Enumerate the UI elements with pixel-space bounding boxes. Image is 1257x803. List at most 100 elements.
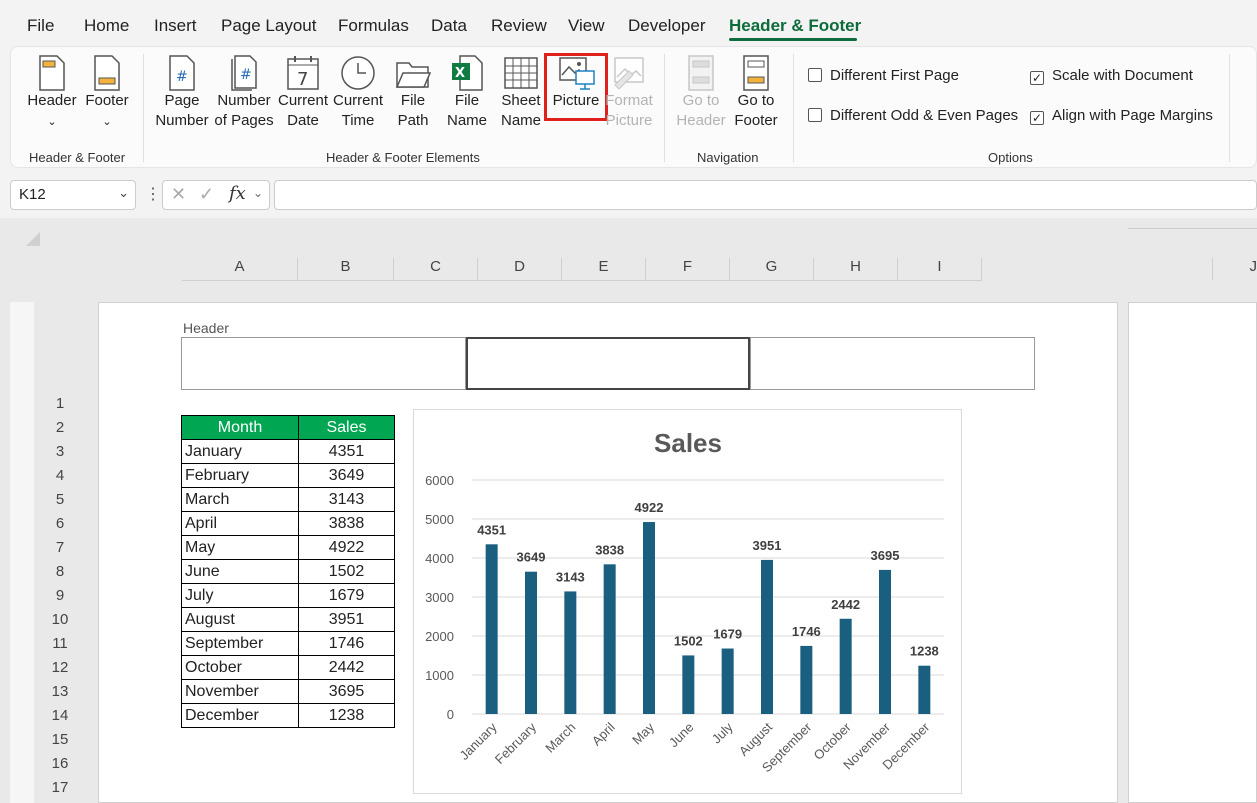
footer-button-label: Footer xyxy=(85,92,129,109)
sales-table: Month Sales January 4351 February 3649 March… xyxy=(181,415,395,728)
go-to-header-button[interactable]: Go to Header xyxy=(674,55,728,131)
insert-function-icon[interactable]: fx xyxy=(229,183,246,204)
tab-data[interactable]: Data xyxy=(431,16,467,36)
column-header-g[interactable]: G xyxy=(730,258,814,280)
sales-cell[interactable]: 4351 xyxy=(298,439,395,464)
row-header[interactable]: 1 xyxy=(44,392,76,416)
tab-formulas[interactable]: Formulas xyxy=(338,16,409,36)
row-header[interactable]: 4 xyxy=(44,464,76,488)
month-cell[interactable]: October xyxy=(181,655,299,680)
y-tick-label: 5000 xyxy=(425,512,454,527)
header-center-section[interactable] xyxy=(466,337,750,390)
chevron-down-icon[interactable]: ⌄ xyxy=(253,186,263,200)
sales-header[interactable]: Sales xyxy=(298,415,395,440)
sales-cell[interactable]: 1679 xyxy=(298,583,395,608)
month-cell[interactable]: December xyxy=(181,703,299,728)
month-cell[interactable]: July xyxy=(181,583,299,608)
month-cell[interactable]: February xyxy=(181,463,299,488)
file-path-button[interactable]: File Path xyxy=(389,55,437,131)
column-header-e[interactable]: E xyxy=(562,258,646,280)
column-header-a[interactable]: A xyxy=(182,258,298,280)
sales-cell[interactable]: 3143 xyxy=(298,487,395,512)
page-number-label-1: Page xyxy=(164,92,200,109)
number-of-pages-button[interactable]: # Number of Pages xyxy=(214,55,274,131)
month-cell[interactable]: May xyxy=(181,535,299,560)
current-date-button[interactable]: 7 Current Date xyxy=(276,55,330,131)
page-number-button[interactable]: # Page Number xyxy=(152,55,212,131)
formula-input[interactable] xyxy=(274,180,1257,210)
sales-chart[interactable]: Sales 0 1000 2000 3000 4000 5000 6000 4351 Januar… xyxy=(413,409,962,794)
align-with-margins-checkbox[interactable]: ✓ Align with Page Margins xyxy=(1030,107,1213,125)
column-header-h[interactable]: H xyxy=(814,258,898,280)
row-header[interactable]: 14 xyxy=(44,704,76,728)
row-header[interactable]: 15 xyxy=(44,728,76,752)
month-cell[interactable]: November xyxy=(181,679,299,704)
row-header[interactable]: 9 xyxy=(44,584,76,608)
go-to-footer-button[interactable]: Go to Footer xyxy=(729,55,783,131)
tab-home[interactable]: Home xyxy=(84,16,129,36)
month-cell[interactable]: August xyxy=(181,607,299,632)
sheet-name-button[interactable]: Sheet Name xyxy=(496,55,546,131)
row-header[interactable]: 17 xyxy=(44,776,76,800)
column-header-c[interactable]: C xyxy=(394,258,478,280)
tab-header-footer[interactable]: Header & Footer xyxy=(729,16,861,36)
row-header[interactable]: 2 xyxy=(44,416,76,440)
sales-cell[interactable]: 2442 xyxy=(298,655,395,680)
cancel-icon[interactable]: ✕ xyxy=(171,184,186,205)
column-header-d[interactable]: D xyxy=(478,258,562,280)
sales-cell[interactable]: 1746 xyxy=(298,631,395,656)
tab-page-layout[interactable]: Page Layout xyxy=(221,16,316,36)
column-header-f[interactable]: F xyxy=(646,258,730,280)
row-header[interactable]: 3 xyxy=(44,440,76,464)
row-header[interactable]: 10 xyxy=(44,608,76,632)
more-options-icon[interactable]: ⋮ xyxy=(145,184,161,204)
footer-button[interactable]: Footer ⌄ xyxy=(80,55,134,132)
header-left-section[interactable] xyxy=(181,337,466,390)
month-cell[interactable]: April xyxy=(181,511,299,536)
select-all-corner[interactable] xyxy=(26,232,40,246)
row-header[interactable]: 11 xyxy=(44,632,76,656)
enter-icon[interactable]: ✓ xyxy=(199,184,214,205)
column-header-b[interactable]: B xyxy=(298,258,394,280)
y-tick-label: 6000 xyxy=(425,473,454,488)
sales-cell[interactable]: 1502 xyxy=(298,559,395,584)
group-separator xyxy=(664,54,665,162)
row-header[interactable]: 16 xyxy=(44,752,76,776)
month-header[interactable]: Month xyxy=(181,415,299,440)
sales-cell[interactable]: 3951 xyxy=(298,607,395,632)
sales-cell[interactable]: 3838 xyxy=(298,511,395,536)
row-header[interactable]: 13 xyxy=(44,680,76,704)
tab-insert[interactable]: Insert xyxy=(154,16,197,36)
scale-with-document-checkbox[interactable]: ✓ Scale with Document xyxy=(1030,67,1193,85)
row-header[interactable]: 12 xyxy=(44,656,76,680)
different-first-page-checkbox[interactable]: Different First Page xyxy=(808,67,959,84)
data-label: 4351 xyxy=(477,522,506,537)
sales-cell[interactable]: 3649 xyxy=(298,463,395,488)
header-button[interactable]: Header ⌄ xyxy=(24,55,80,132)
sales-cell[interactable]: 1238 xyxy=(298,703,395,728)
month-cell[interactable]: June xyxy=(181,559,299,584)
row-header[interactable]: 6 xyxy=(44,512,76,536)
month-cell[interactable]: September xyxy=(181,631,299,656)
tab-file[interactable]: File xyxy=(27,16,54,36)
column-header-j[interactable]: J xyxy=(1212,258,1257,280)
sales-cell[interactable]: 3695 xyxy=(298,679,395,704)
header-right-section[interactable] xyxy=(750,337,1035,390)
month-cell[interactable]: March xyxy=(181,487,299,512)
month-cell[interactable]: January xyxy=(181,439,299,464)
tab-review[interactable]: Review xyxy=(491,16,547,36)
row-header[interactable]: 7 xyxy=(44,536,76,560)
sales-cell[interactable]: 4922 xyxy=(298,535,395,560)
file-name-button[interactable]: X File Name xyxy=(443,55,491,131)
row-header[interactable]: 5 xyxy=(44,488,76,512)
tab-view[interactable]: View xyxy=(568,16,605,36)
bar xyxy=(879,569,891,714)
tab-developer[interactable]: Developer xyxy=(628,16,706,36)
name-box[interactable]: K12 ⌄ xyxy=(10,180,136,210)
format-picture-button[interactable]: Format Picture xyxy=(603,55,655,131)
different-odd-even-checkbox[interactable]: Different Odd & Even Pages xyxy=(808,107,1018,124)
current-time-button[interactable]: Current Time xyxy=(331,55,385,131)
column-header-i[interactable]: I xyxy=(898,258,982,280)
go-to-footer-icon xyxy=(743,55,769,91)
row-header[interactable]: 8 xyxy=(44,560,76,584)
